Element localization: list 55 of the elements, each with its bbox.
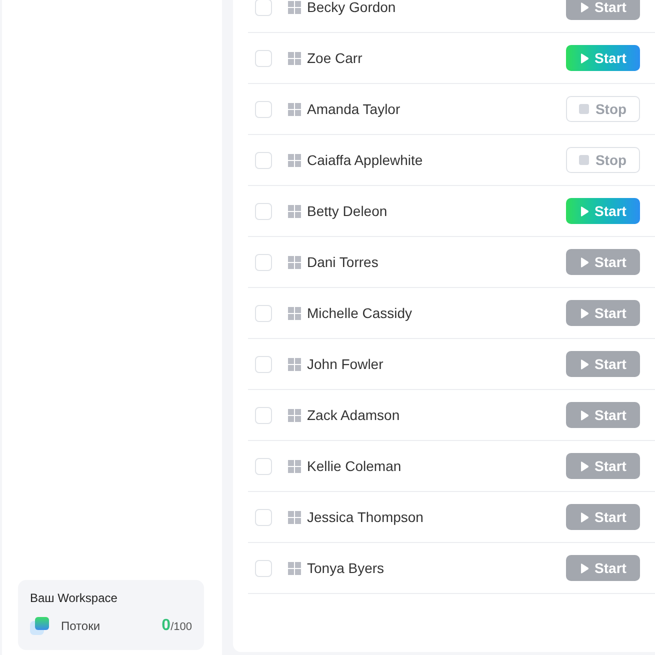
row-checkbox[interactable] <box>255 152 272 168</box>
grid-icon <box>288 102 301 116</box>
contact-name: Betty Deleon <box>307 202 388 221</box>
row-checkbox[interactable] <box>255 202 272 220</box>
grid-icon <box>288 52 301 64</box>
contact-name: Kellie Coleman <box>307 456 402 476</box>
contact-name: Zack Adamson <box>307 406 400 424</box>
grid-icon <box>288 510 301 524</box>
grid-icon <box>288 256 301 268</box>
play-icon <box>580 358 589 370</box>
play-icon <box>580 562 589 574</box>
play-icon <box>580 512 589 522</box>
grid-icon <box>288 460 301 472</box>
contact-name: Jessica Thompson <box>307 508 424 527</box>
play-icon <box>580 308 589 318</box>
play-icon <box>580 52 589 64</box>
play-icon <box>580 410 589 420</box>
row-checkbox[interactable] <box>255 50 272 66</box>
grid-icon <box>288 0 301 14</box>
play-icon <box>580 256 589 268</box>
grid-icon <box>288 154 301 166</box>
stop-icon <box>579 104 590 114</box>
contact-name: Michelle Cassidy <box>307 304 412 323</box>
contact-name: Amanda Taylor <box>307 100 400 119</box>
contact-name: Tonya Byers <box>307 558 384 578</box>
grid-icon <box>288 358 301 370</box>
grid-icon <box>288 204 301 218</box>
play-icon <box>580 206 589 216</box>
row-checkbox[interactable] <box>255 458 272 474</box>
row-checkbox[interactable] <box>255 560 272 576</box>
row-checkbox[interactable] <box>255 304 272 322</box>
stop-icon <box>579 155 590 165</box>
contact-name: Dani Torres <box>307 252 378 272</box>
row-checkbox[interactable] <box>255 508 272 526</box>
streams-limit: /100 <box>170 620 192 634</box>
row-checkbox[interactable] <box>255 356 272 372</box>
start-button[interactable]: Start <box>566 45 640 71</box>
grid-icon <box>288 408 301 422</box>
play-icon <box>580 460 589 472</box>
contact-name: Caiaffa Applewhite <box>307 150 423 170</box>
row-checkbox[interactable] <box>255 0 272 16</box>
row-checkbox[interactable] <box>255 100 272 118</box>
row-checkbox[interactable] <box>255 406 272 424</box>
grid-icon <box>288 306 301 320</box>
play-icon <box>580 2 589 12</box>
streams-label: Потоки <box>61 618 100 634</box>
grid-icon <box>288 562 301 574</box>
start-button[interactable]: Start <box>566 198 640 224</box>
workspace-title: Ваш Workspace <box>30 591 118 606</box>
contact-name: John Fowler <box>307 354 384 374</box>
row-checkbox[interactable] <box>255 254 272 270</box>
layers-icon <box>30 617 49 635</box>
contact-name: Zoe Carr <box>307 48 362 68</box>
contact-name: Becky Gordon <box>307 0 396 17</box>
streams-count: 0 <box>162 617 171 635</box>
